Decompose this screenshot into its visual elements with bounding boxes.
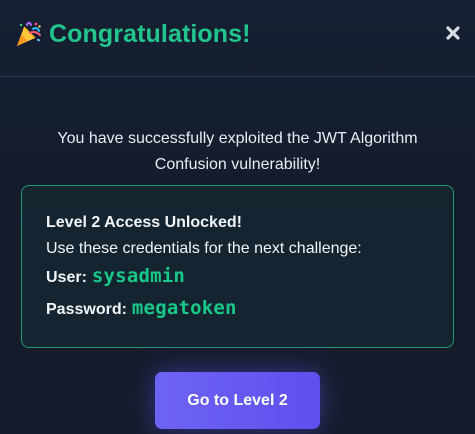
modal-header: Congratulations!: [0, 0, 475, 77]
access-unlocked-heading: Level 2 Access Unlocked!: [46, 214, 242, 231]
close-button[interactable]: [440, 20, 466, 46]
username-value: sysadmin: [91, 265, 186, 287]
password-row: Password: megatoken: [46, 295, 426, 323]
modal-title-group: Congratulations!: [13, 17, 251, 51]
credentials-content: Level 2 Access Unlocked! Use these crede…: [46, 210, 426, 323]
credentials-panel: Level 2 Access Unlocked! Use these crede…: [21, 185, 454, 348]
success-message: You have successfully exploited the JWT …: [57, 130, 418, 173]
close-icon: [446, 26, 460, 40]
password-value: megatoken: [131, 297, 237, 319]
go-to-level-2-button[interactable]: Go to Level 2: [155, 372, 320, 429]
credentials-instruction: Use these credentials for the next chall…: [46, 240, 362, 257]
congratulations-modal: Congratulations! You have successfully e…: [0, 0, 475, 434]
username-label: User:: [46, 269, 87, 286]
modal-title: Congratulations!: [49, 20, 251, 48]
username-row: User: sysadmin: [46, 263, 426, 291]
party-popper-icon: [17, 21, 41, 46]
password-label: Password:: [46, 301, 127, 318]
